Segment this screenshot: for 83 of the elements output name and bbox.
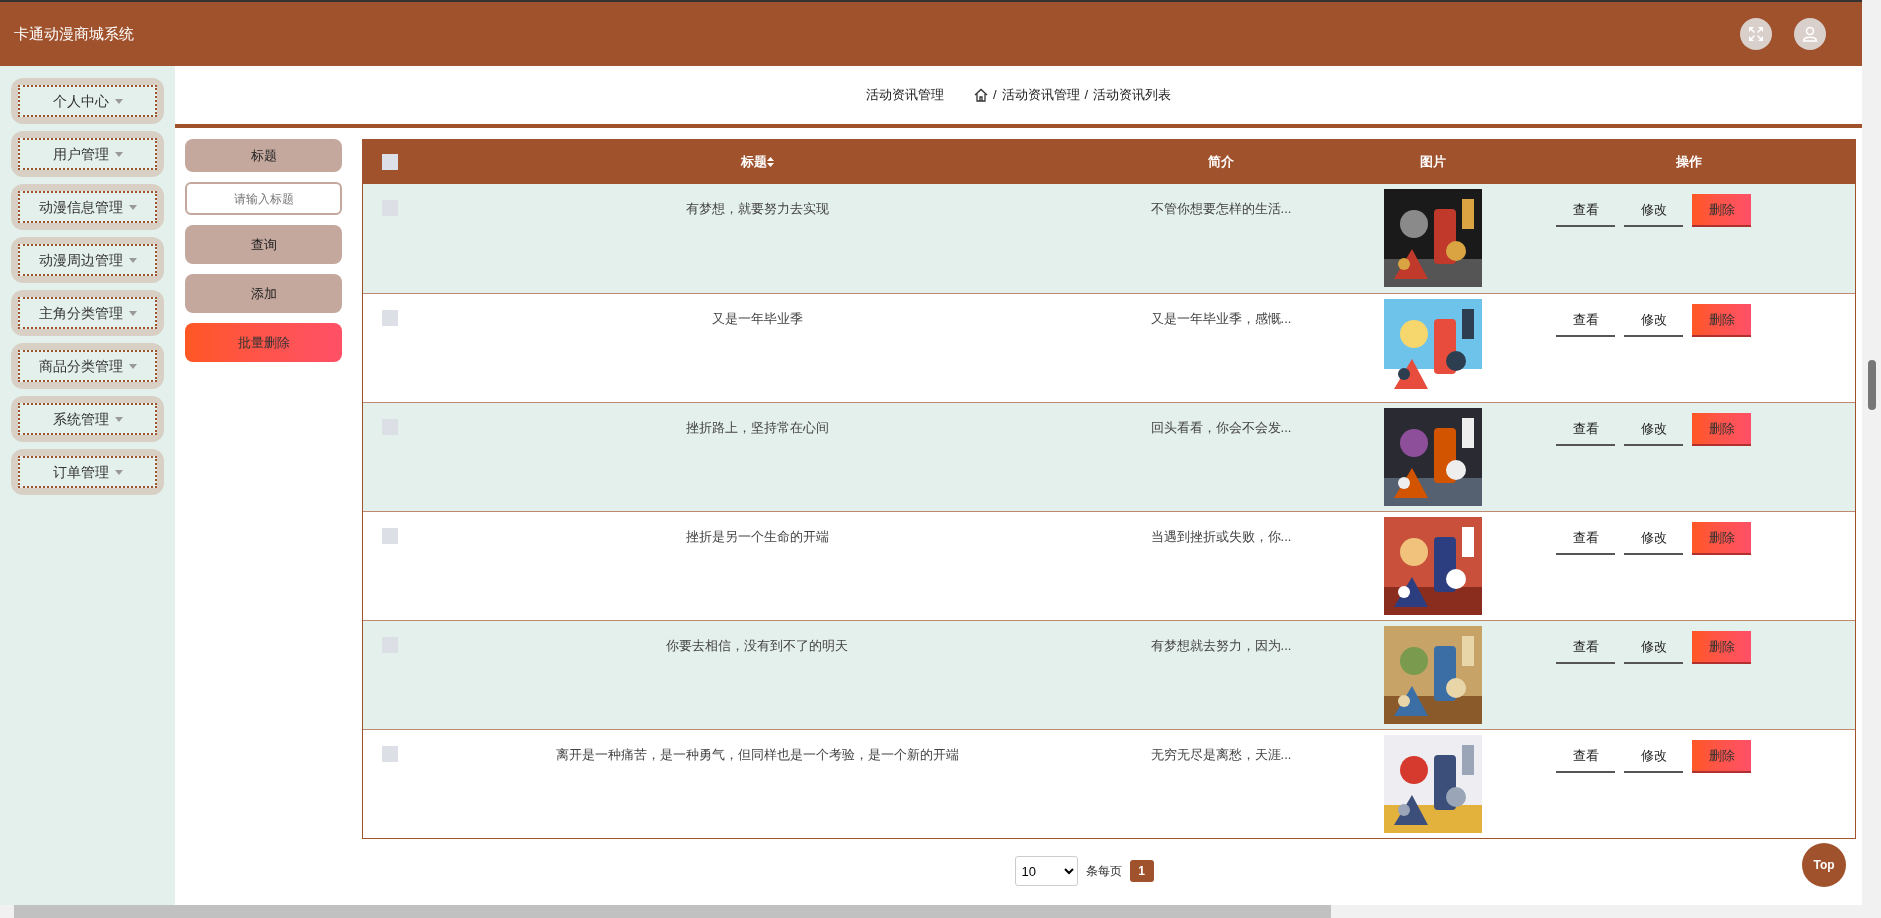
action-button[interactable]: 查看 [1556, 413, 1615, 446]
sidebar-label: 系统管理 [52, 409, 109, 429]
action-button[interactable]: 修改 [1624, 522, 1683, 555]
sidebar-label: 商品分类管理 [38, 356, 123, 376]
batch-delete-button[interactable]: 批量删除 [185, 323, 342, 362]
fullscreen-icon[interactable] [1740, 18, 1772, 50]
table-cell-text: 挫折路上，坚持常在心间 [685, 419, 829, 437]
sidebar-label: 动漫周边管理 [38, 250, 123, 270]
delete-button[interactable]: 删除 [1692, 413, 1751, 446]
breadcrumb-separator: / [992, 86, 997, 105]
caret-icon [128, 310, 137, 316]
action-button[interactable]: 修改 [1624, 413, 1683, 446]
table-cell-text: 有梦想就去努力，因为... [1150, 637, 1292, 655]
sidebar-item[interactable]: 商品分类管理 [11, 343, 164, 389]
checkbox[interactable] [381, 310, 398, 326]
action-button[interactable]: 修改 [1624, 631, 1683, 664]
sidebar-item[interactable]: 订单管理 [11, 449, 164, 495]
caret-icon [128, 257, 137, 263]
action-button[interactable]: 查看 [1556, 631, 1615, 664]
delete-button[interactable]: 删除 [1692, 304, 1751, 337]
search-label: 标题 [185, 139, 342, 172]
column-header: 操作 [1675, 153, 1702, 172]
table-cell-text: 离开是一种痛苦，是一种勇气，但同样也是一个考验，是一个新的开端 [555, 746, 959, 764]
delete-button[interactable]: 删除 [1692, 194, 1751, 227]
page-button[interactable]: 1 [1129, 860, 1154, 882]
table-cell-text: 有梦想，就要努力去实现 [685, 200, 829, 218]
back-to-top-button[interactable]: Top [1802, 843, 1846, 887]
action-button[interactable]: 添加 [185, 274, 342, 313]
checkbox[interactable] [381, 746, 398, 762]
sort-icon [766, 157, 774, 167]
sidebar-item[interactable]: 主角分类管理 [11, 290, 164, 336]
table-cell-text: 回头看看，你会不会发... [1150, 419, 1292, 437]
column-header: 简介 [1208, 153, 1234, 172]
table-cell-text: 不管你想要怎样的生活... [1150, 200, 1292, 218]
action-button[interactable]: 修改 [1624, 740, 1683, 773]
table-cell-text: 无穷无尽是离愁，天涯... [1150, 746, 1292, 764]
table-cell-text: 你要去相信，没有到不了的明天 [666, 637, 848, 655]
horizontal-scrollbar[interactable] [0, 905, 1881, 918]
checkbox[interactable] [381, 528, 398, 544]
delete-button[interactable]: 删除 [1692, 740, 1751, 773]
sidebar-label: 订单管理 [52, 462, 109, 482]
action-button[interactable]: 修改 [1624, 304, 1683, 337]
caret-icon [128, 363, 137, 369]
sidebar-label: 个人中心 [52, 91, 109, 111]
action-button[interactable]: 查看 [1556, 740, 1615, 773]
sidebar-item[interactable]: 动漫信息管理 [11, 184, 164, 230]
sidebar-label: 动漫信息管理 [38, 197, 123, 217]
delete-button[interactable]: 删除 [1692, 631, 1751, 664]
user-avatar-icon[interactable] [1794, 18, 1826, 50]
caret-icon [114, 98, 123, 104]
home-icon[interactable] [973, 88, 988, 102]
table-cell-text: 又是一年毕业季，感慨... [1150, 310, 1292, 328]
table-cell-text: 又是一年毕业季 [711, 310, 803, 328]
sortable-column-header[interactable]: 标题 [740, 152, 774, 172]
breadcrumb-item[interactable]: 活动资讯管理 [1001, 85, 1080, 105]
action-button[interactable]: 查询 [185, 225, 342, 264]
page-size-select[interactable]: 10 [1014, 856, 1078, 886]
action-button[interactable]: 查看 [1556, 522, 1615, 555]
caret-icon [114, 151, 123, 157]
caret-icon [128, 204, 137, 210]
vertical-scrollbar[interactable] [1862, 0, 1881, 905]
page-size-label: 条每页 [1085, 863, 1122, 880]
breadcrumb-item: 活动资讯列表 [1093, 86, 1172, 105]
action-button[interactable]: 查看 [1556, 194, 1615, 227]
sidebar-item[interactable]: 动漫周边管理 [11, 237, 164, 283]
table-cell-text: 挫折是另一个生命的开端 [685, 528, 829, 546]
delete-button[interactable]: 删除 [1692, 522, 1751, 555]
app-title: 卡通动漫商城系统 [14, 23, 134, 44]
action-button[interactable]: 修改 [1624, 194, 1683, 227]
sidebar-item[interactable]: 用户管理 [11, 131, 164, 177]
page-title: 活动资讯管理 [865, 86, 944, 105]
sidebar-label: 主角分类管理 [38, 303, 123, 323]
action-button[interactable]: 查看 [1556, 304, 1615, 337]
caret-icon [114, 416, 123, 422]
sidebar-item[interactable]: 系统管理 [11, 396, 164, 442]
search-field[interactable]: 请输入标题 [185, 182, 342, 215]
caret-icon [114, 469, 123, 475]
sidebar-label: 用户管理 [52, 144, 109, 164]
checkbox[interactable] [381, 154, 398, 170]
breadcrumb-separator: / [1084, 86, 1089, 105]
column-header: 图片 [1420, 153, 1446, 172]
sidebar-item[interactable]: 个人中心 [11, 78, 164, 124]
table-cell-text: 当遇到挫折或失败，你... [1150, 528, 1292, 546]
